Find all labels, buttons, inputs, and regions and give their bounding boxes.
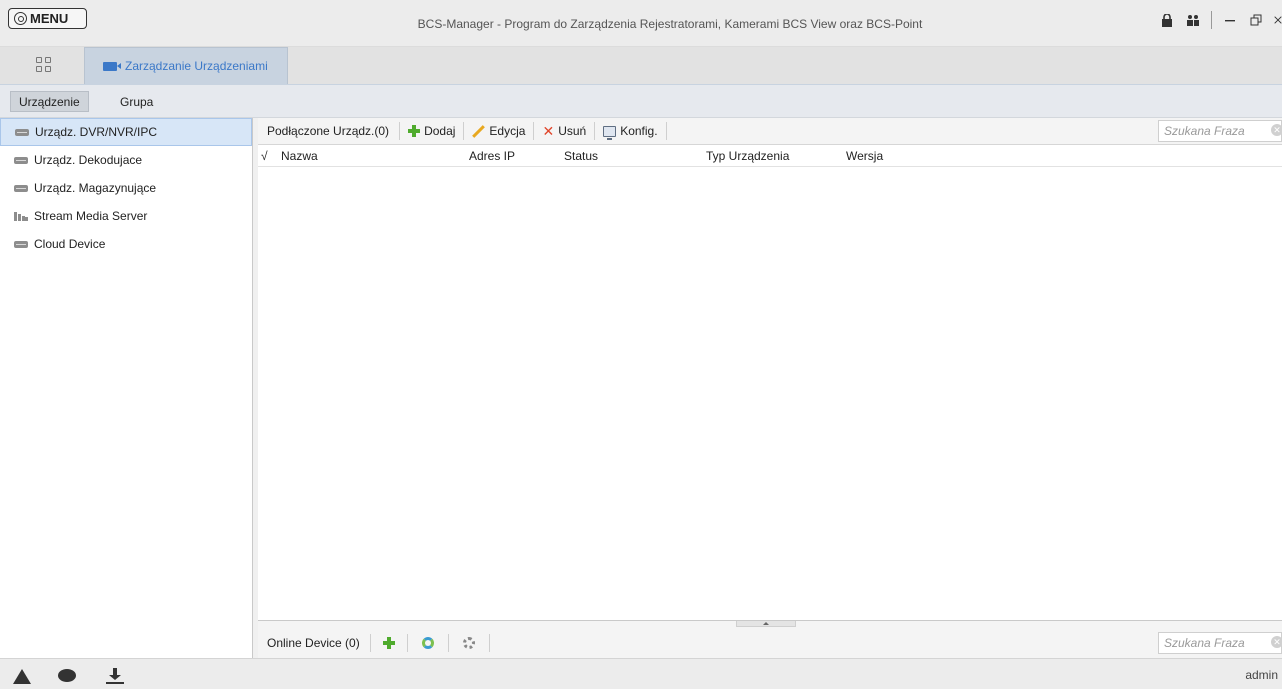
close-icon[interactable]: [1274, 12, 1282, 28]
edit-button[interactable]: Edycja: [464, 118, 533, 144]
column-status[interactable]: Status: [564, 149, 598, 163]
warning-icon[interactable]: [13, 669, 31, 684]
search-input[interactable]: Szukana Fraza ✕: [1158, 120, 1282, 142]
chat-icon[interactable]: [58, 669, 76, 682]
search-placeholder: Szukana Fraza: [1164, 636, 1245, 650]
cloud-device-icon: [14, 240, 28, 248]
clear-icon[interactable]: ✕: [1271, 124, 1282, 136]
sidebar-item-label: Urządz. Dekodujace: [34, 153, 143, 167]
recorder-icon: [15, 128, 29, 136]
current-user: admin: [1245, 668, 1278, 682]
column-version[interactable]: Wersja: [846, 149, 883, 163]
clear-icon[interactable]: ✕: [1271, 636, 1282, 648]
subtab-device[interactable]: Urządzenie: [10, 91, 89, 112]
sidebar-item-label: Urządz. Magazynujące: [34, 181, 157, 195]
camera-icon: [103, 61, 121, 71]
column-name[interactable]: Nazwa: [281, 149, 318, 163]
sub-tab-bar: Urządzenie Grupa: [0, 84, 1282, 118]
users-icon[interactable]: [1185, 12, 1201, 28]
device-type-sidebar: Urządz. DVR/NVR/IPC Urządz. Dekodujace U…: [0, 118, 253, 658]
search-placeholder: Szukana Fraza: [1164, 124, 1245, 138]
add-label: Dodaj: [424, 124, 456, 138]
panel-splitter[interactable]: [258, 620, 1282, 627]
restore-icon[interactable]: [1248, 12, 1264, 28]
separator: [665, 122, 667, 140]
gear-icon: [462, 636, 475, 649]
online-devices-count: Online Device (0): [267, 635, 360, 650]
home-tab-grid-icon[interactable]: [36, 57, 52, 73]
config-label: Konfig.: [620, 124, 658, 138]
pencil-icon: [472, 125, 485, 138]
sidebar-item-storage[interactable]: Urządz. Magazynujące: [0, 174, 252, 202]
settings-button[interactable]: [449, 627, 489, 658]
device-toolbar: Podłączone Urządz.(0) Dodaj Edycja ✕ Usu…: [258, 118, 1282, 145]
online-devices-bar: Online Device (0) Szukana Fraza ✕: [258, 627, 1282, 658]
window-controls: [1159, 10, 1282, 30]
device-list-panel: Podłączone Urządz.(0) Dodaj Edycja ✕ Usu…: [258, 118, 1282, 658]
server-icon: [14, 211, 28, 221]
sidebar-item-label: Cloud Device: [34, 237, 106, 251]
status-bar: admin: [0, 658, 1282, 689]
sidebar-item-label: Urządz. DVR/NVR/IPC: [35, 125, 158, 139]
edit-label: Edycja: [489, 124, 526, 138]
config-button[interactable]: Konfig.: [595, 118, 665, 144]
minimize-icon[interactable]: [1222, 12, 1238, 28]
add-online-device-button[interactable]: [371, 627, 407, 658]
monitor-icon: [603, 125, 617, 140]
column-ip-address[interactable]: Adres IP: [469, 149, 515, 163]
connected-devices-count: Podłączone Urządz.(0): [267, 124, 390, 138]
delete-icon: ✕: [542, 123, 555, 139]
refresh-icon: [421, 636, 434, 649]
sidebar-item-dvr-nvr-ipc[interactable]: Urządz. DVR/NVR/IPC: [0, 118, 252, 146]
separator: [488, 633, 490, 652]
download-icon-base: [106, 682, 124, 684]
sidebar-item-label: Stream Media Server: [34, 209, 148, 223]
column-check[interactable]: √: [261, 149, 268, 163]
plus-icon: [408, 125, 421, 137]
column-device-type[interactable]: Typ Urządzenia: [706, 149, 789, 163]
delete-button[interactable]: ✕ Usuń: [534, 118, 594, 144]
sidebar-item-decoders[interactable]: Urządz. Dekodujace: [0, 146, 252, 174]
plus-icon: [382, 636, 395, 649]
separator: [1211, 11, 1212, 29]
window-title: BCS-Manager - Program do Zarządzenia Rej…: [417, 17, 923, 31]
table-header: √ Nazwa Adres IP Status Typ Urządzenia W…: [258, 146, 1282, 167]
add-button[interactable]: Dodaj: [400, 118, 463, 144]
sidebar-item-stream-media-server[interactable]: Stream Media Server: [0, 202, 252, 230]
sidebar-item-cloud-device[interactable]: Cloud Device: [0, 230, 252, 258]
delete-label: Usuń: [558, 124, 587, 138]
decoder-icon: [14, 156, 28, 164]
storage-icon: [14, 184, 28, 192]
subtab-group[interactable]: Grupa: [112, 91, 161, 112]
lock-icon[interactable]: [1159, 12, 1175, 28]
online-search-input[interactable]: Szukana Fraza ✕: [1158, 632, 1282, 654]
refresh-button[interactable]: [408, 627, 448, 658]
tab-device-management[interactable]: Zarządzanie Urządzeniami: [84, 47, 288, 84]
tab-label: Zarządzanie Urządzeniami: [125, 59, 268, 73]
title-bar: MENU BCS-Manager - Program do Zarządzeni…: [0, 0, 1282, 47]
